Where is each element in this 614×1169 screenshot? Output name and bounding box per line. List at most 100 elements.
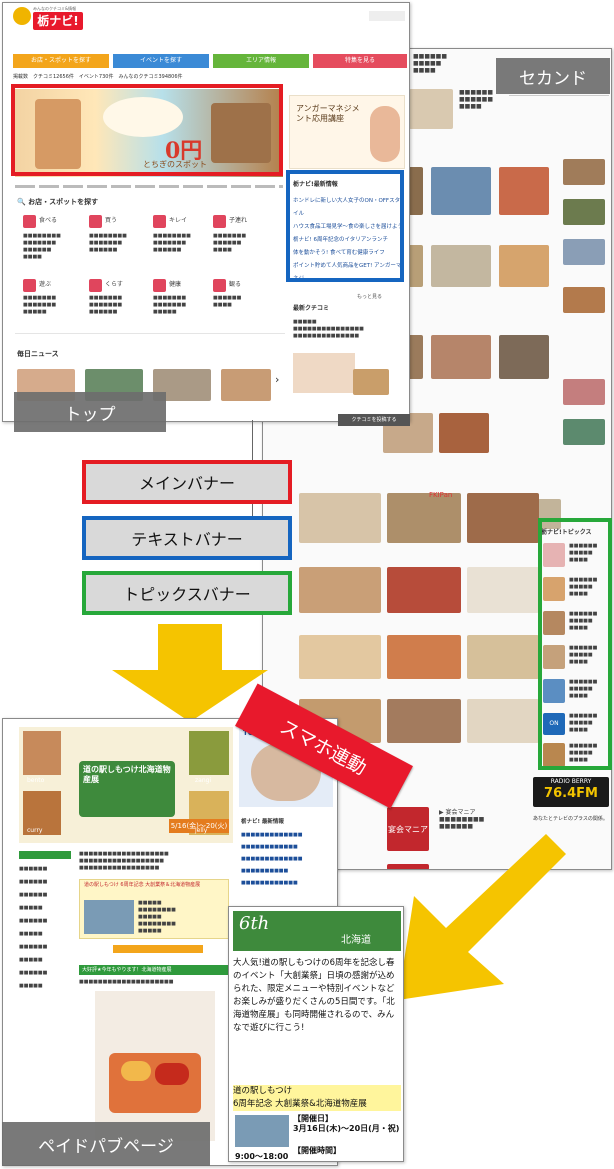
second-photo-9 — [499, 335, 549, 379]
sightseeing-icon[interactable] — [213, 279, 226, 292]
cat-beauty[interactable]: キレイ — [169, 217, 187, 224]
second-photo-8 — [431, 335, 491, 379]
kuchikomi-text: ■■■■■ ■■■■■■■■■■■■■■■ ■■■■■■■■■■■■■■ — [293, 319, 364, 339]
phone-subtitle: 道の駅しもつけ 6周年記念 大創業祭&北海道物産展 — [233, 1085, 401, 1111]
news-heading: 毎日ニュース — [17, 350, 59, 358]
paid-label: ペイドパブページ — [2, 1122, 210, 1166]
header-button[interactable] — [369, 11, 405, 21]
second-photo-5 — [431, 245, 491, 287]
second-label: セカンド — [496, 58, 610, 94]
news-next-icon[interactable]: › — [275, 373, 279, 386]
cat-sightseeing[interactable]: 観る — [229, 281, 241, 288]
second-side-thumb-1 — [563, 159, 605, 185]
cat-eat-links[interactable]: ■■■■■■■■ ■■■■■■■ ■■■■■■ ■■■■ — [23, 233, 83, 261]
second-side-thumb-3 — [563, 239, 605, 265]
topics-banner-highlight — [538, 518, 612, 770]
cat-living[interactable]: くらす — [105, 281, 123, 288]
paid-side-heading: 栃ナビ! 最新情報 — [241, 819, 284, 825]
paid-left-heading — [19, 851, 71, 859]
radio-berry-banner[interactable]: RADIO BERRY 76.4FM — [533, 777, 609, 807]
paid-hero-photo-2 — [189, 731, 229, 775]
word-jelly: jelly — [195, 827, 208, 834]
paid-left-links[interactable]: ■■■■■■ ■■■■■■ ■■■■■■ ■■■■■ ■■■■■■ ■■■■■ ■■■■■■… — [19, 863, 71, 993]
paid-food-ikura — [155, 1063, 189, 1085]
phone-time: 9:00〜18:00 — [235, 1152, 289, 1161]
top-label: トップ — [14, 392, 166, 432]
kuchikomi-heading: 最新クチコミ — [293, 305, 330, 312]
phone-date: 3月16日(木)〜20日(月・祝) — [293, 1124, 400, 1133]
phone-body: 大人気!道の駅しもつけの6周年を記念し春のイベント「大創業祭」日頃の感謝が込めら… — [233, 958, 395, 1033]
paid-hero-photo-1 — [23, 731, 61, 775]
cat-health-links[interactable]: ■■■■■■■ ■■■■■■■ ■■■■■ — [153, 295, 209, 316]
phone-header-banner: 6th 北海道 — [233, 911, 401, 951]
logo[interactable]: 栃ナビ! — [33, 12, 83, 30]
paid-food-photo — [95, 991, 215, 1141]
cat-shop[interactable]: 買う — [105, 217, 117, 224]
diagram: ■■■■■■ ■■■■■ ■■■■ ■■■■■■ ■■■■■■ ■■■■ FKIPan — [0, 0, 614, 1169]
paid-hero-banner[interactable]: 道の駅しもつけ北海道物産展 5/16(金)〜20(火) bento zangi … — [19, 727, 233, 843]
side-ad-person — [370, 106, 400, 162]
phone-badge: 6th — [239, 913, 270, 934]
paid-article-intro: ■■■■■■■■■■■■■■■■■■■ ■■■■■■■■■■■■■■■■■■ ■■■… — [79, 851, 169, 871]
paid-article-box: 道の駅しもつけ 6周年記念 大創業祭＆北海道物産展 ■■■■■ ■■■■■■■■ ■… — [79, 879, 229, 939]
text-banner-highlight — [286, 170, 404, 282]
cat-living-links[interactable]: ■■■■■■■ ■■■■■■■ ■■■■■■ — [89, 295, 149, 316]
second-fukiya: FKIPan — [429, 491, 453, 499]
paid-article-heading: 道の駅しもつけ 6周年記念 大創業祭＆北海道物産展 — [84, 882, 201, 888]
cat-sightseeing-links[interactable]: ■■■■■■ ■■■■ — [213, 295, 269, 309]
news-thumb-4[interactable] — [221, 369, 271, 401]
phone-time-label: 【開催時間】 — [293, 1146, 341, 1155]
cat-eat[interactable]: 食べる — [39, 217, 57, 224]
word-zangi: zangi — [195, 777, 212, 784]
phone-day-label: 【開催日】 — [293, 1114, 333, 1123]
eat-icon[interactable] — [23, 215, 36, 228]
paid-section2-text: ■■■■■■■■■■■■■■■■■■■■ — [79, 979, 174, 985]
cat-play-links[interactable]: ■■■■■■■ ■■■■■■■ ■■■■■ — [23, 295, 83, 316]
phone-screenshot: 6th 北海道 大人気!道の駅しもつけの6周年を記念し春のイベント「大創業祭」日… — [228, 906, 404, 1162]
radio-note: あなたとテレビのプラスの関係。 — [533, 816, 608, 822]
cat-beauty-links[interactable]: ■■■■■■■■ ■■■■■■■ ■■■■■■ — [153, 233, 209, 254]
paid-hero-title: 道の駅しもつけ北海道物産展 — [83, 765, 171, 784]
kuchikomi-post-button[interactable]: クチコミを投稿する — [338, 414, 410, 426]
paid-article-text: ■■■■■ ■■■■■■■■ ■■■■■ ■■■■■■■■ ■■■■■ — [138, 900, 176, 934]
kuchikomi-card[interactable] — [293, 353, 355, 393]
living-icon[interactable] — [89, 279, 102, 292]
legend-text: テキストバナー — [82, 516, 292, 560]
nav-area[interactable]: エリア情報 — [213, 54, 309, 68]
legend-topics: トピックスバナー — [82, 571, 292, 615]
beauty-icon[interactable] — [153, 215, 166, 228]
kids-icon[interactable] — [213, 215, 226, 228]
phone-photo — [235, 1115, 289, 1147]
search-heading-text: お店・スポットを探す — [28, 198, 99, 206]
play-icon[interactable] — [23, 279, 36, 292]
nav-feature[interactable]: 特集を見る — [313, 54, 407, 68]
side-ad-banner[interactable]: アンガーマネジメント応用講座 — [289, 95, 405, 169]
stats-line: 掲載数 クチコミ12656件 イベント730件 みんなのクチコミ394806件 — [13, 74, 183, 80]
search-heading: 🔍 お店・スポットを探す — [17, 198, 99, 206]
health-icon[interactable] — [153, 279, 166, 292]
paid-section2-heading: 大好評★今年もやります！北海道物産展 — [79, 965, 229, 975]
kuchikomi-thumb[interactable] — [353, 369, 389, 395]
second-photo-2 — [431, 167, 491, 215]
shop-icon[interactable] — [89, 215, 102, 228]
phone-header-text: 北海道 — [341, 935, 371, 946]
logo-mascot-icon — [13, 7, 31, 25]
second-photo-3 — [499, 167, 549, 215]
side-more[interactable]: もっと見る — [357, 293, 382, 300]
main-banner-highlight — [11, 84, 283, 176]
cat-kids-links[interactable]: ■■■■■■■ ■■■■■■ ■■■■ — [213, 233, 269, 254]
paid-button[interactable] — [113, 945, 203, 953]
nav-events[interactable]: イベントを探す — [113, 54, 209, 68]
carousel-indicator[interactable] — [15, 185, 283, 188]
nav-spots[interactable]: お店・スポットを探す — [13, 54, 109, 68]
cat-play[interactable]: 遊ぶ — [39, 281, 51, 288]
second-side-thumb-4 — [563, 287, 605, 313]
second-side-thumb-6 — [563, 419, 605, 445]
second-photo-11 — [439, 413, 489, 453]
cat-kids[interactable]: 子連れ — [229, 217, 247, 224]
paid-food-bowl — [109, 1053, 201, 1113]
diagonal-arrow — [398, 834, 566, 1000]
cat-health[interactable]: 健康 — [169, 281, 181, 288]
cat-shop-links[interactable]: ■■■■■■■■ ■■■■■■■ ■■■■■■ — [89, 233, 149, 254]
paid-side-links[interactable]: ■■■■■■■■■■■■■ ■■■■■■■■■■■■ ■■■■■■■■■■■■■ ■■… — [241, 829, 333, 889]
